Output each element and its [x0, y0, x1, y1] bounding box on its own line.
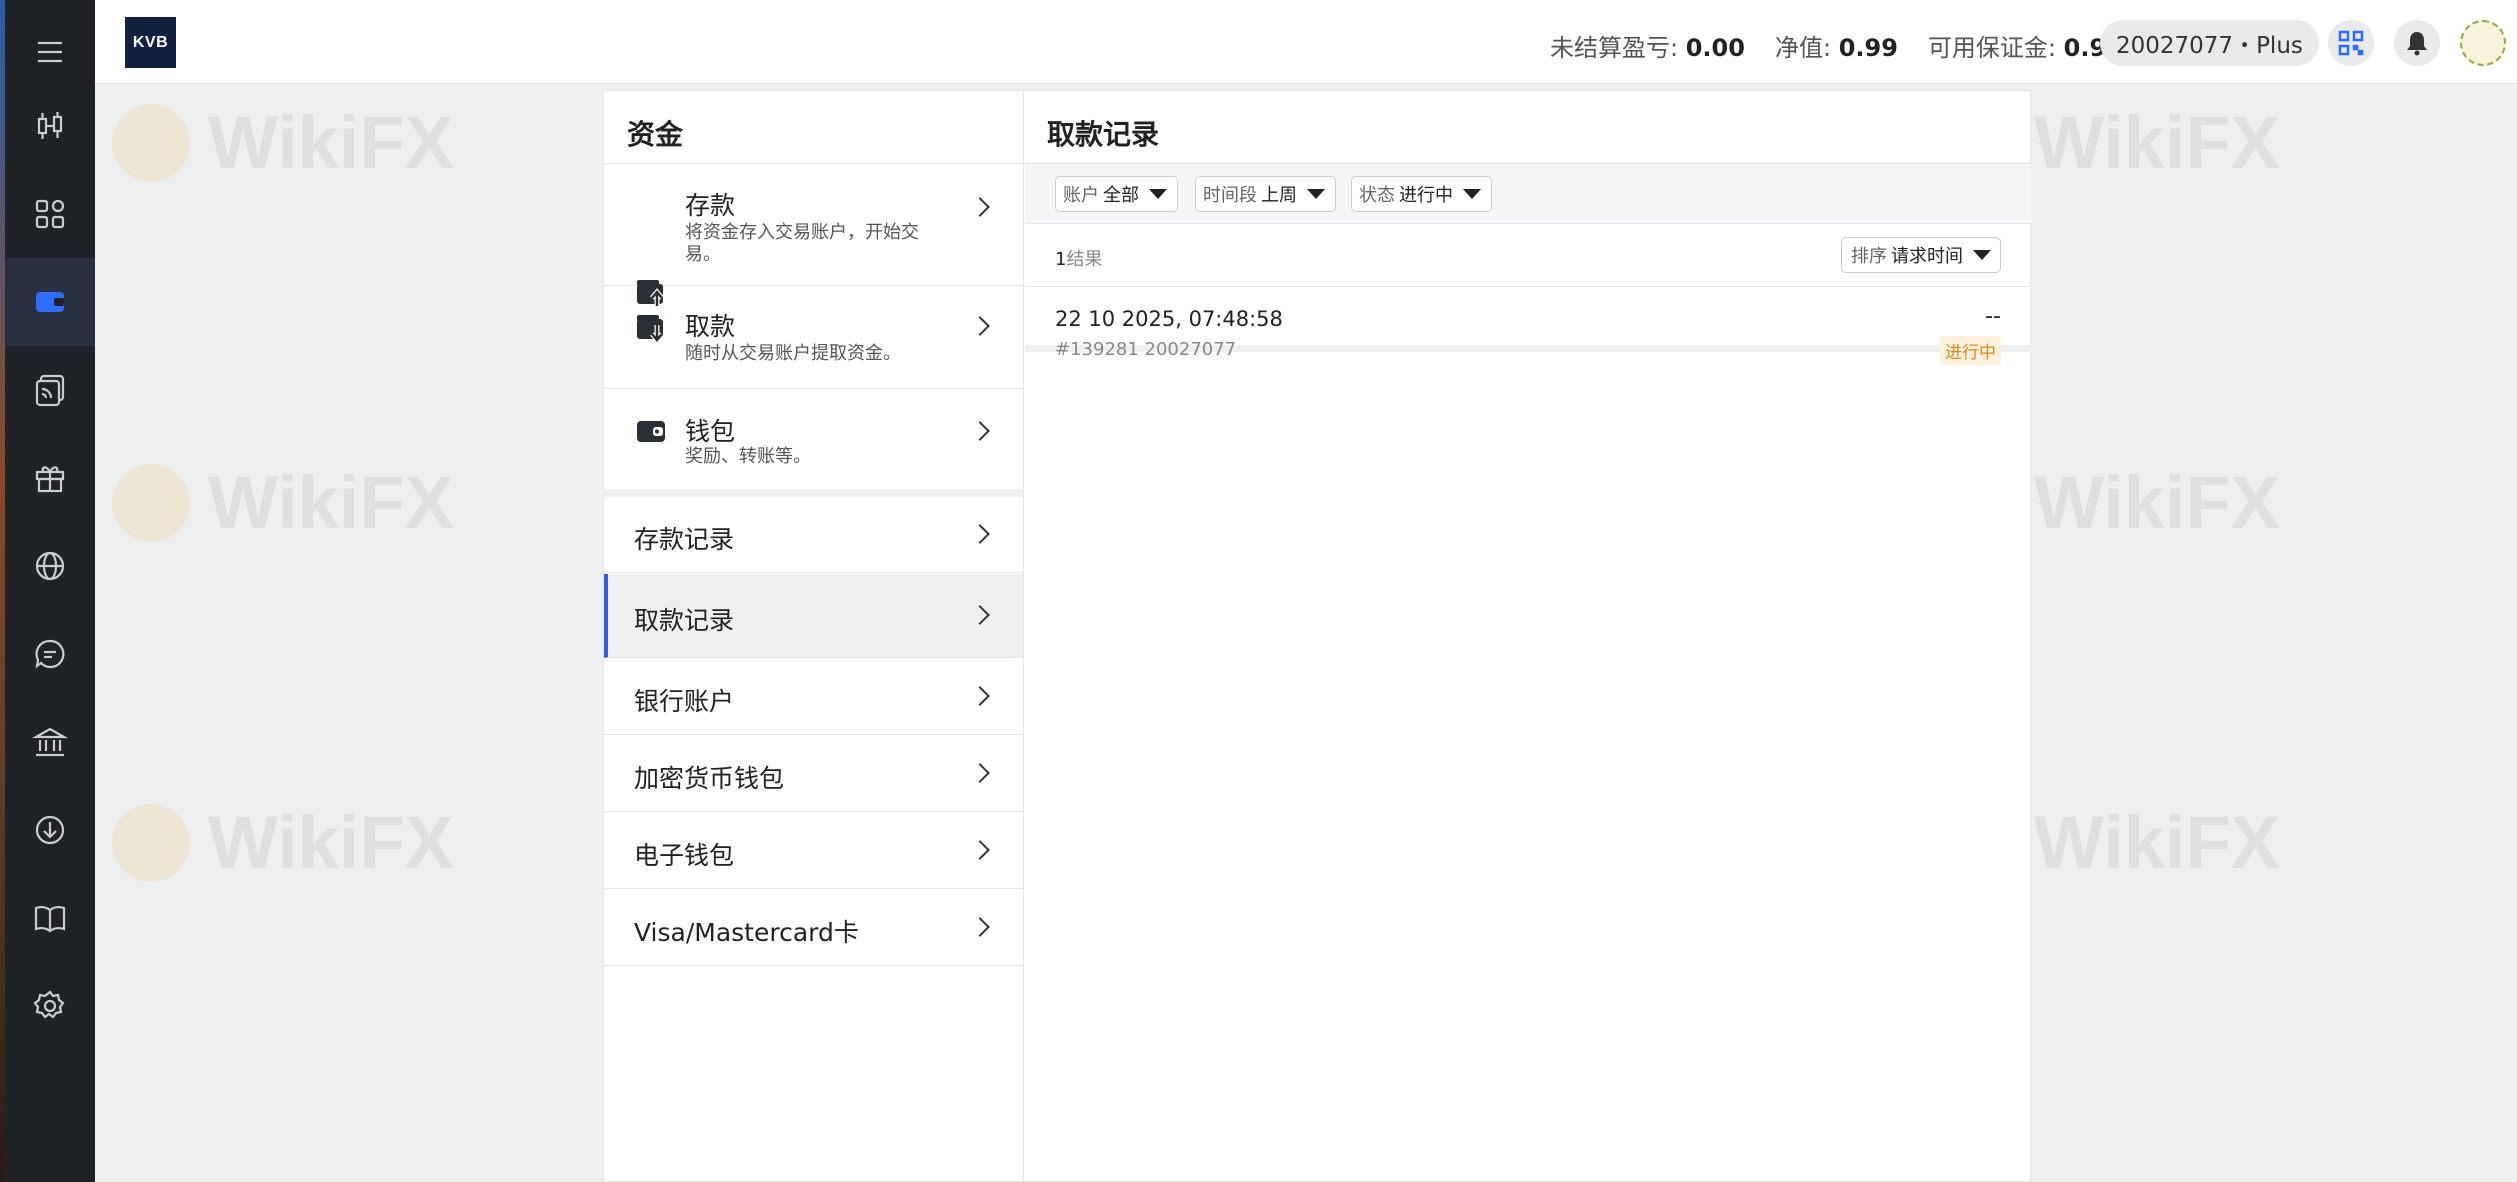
- kvb-logo[interactable]: KVB: [125, 17, 176, 68]
- filter-value: 全部: [1103, 185, 1139, 206]
- unrealized-pnl-label: 未结算盈亏:: [1550, 34, 1679, 62]
- withdraw-title: 取款: [685, 312, 736, 341]
- unrealized-pnl-value: 0.00: [1685, 34, 1745, 62]
- chevron-right-icon: [970, 605, 990, 625]
- nav-label: 加密货币钱包: [634, 764, 785, 793]
- filter-label: 状态: [1359, 185, 1395, 206]
- record-status-badge: 进行中: [1940, 336, 2001, 365]
- watermark: WikiFX: [112, 100, 454, 185]
- sort-selector[interactable]: 排序 请求时间: [1841, 237, 2001, 273]
- filter-value: 进行中: [1399, 185, 1453, 206]
- gift-icon[interactable]: [5, 434, 95, 522]
- chat-icon[interactable]: [5, 610, 95, 698]
- bell-icon: [2407, 32, 2427, 56]
- nav-e-wallets[interactable]: 电子钱包: [604, 813, 1023, 889]
- wallet-title: 钱包: [685, 417, 736, 446]
- chevron-right-icon: [970, 763, 990, 783]
- chevron-right-icon: [970, 524, 990, 544]
- account-filter[interactable]: 账户 全部: [1055, 176, 1178, 212]
- result-count-label: 结果: [1066, 249, 1103, 270]
- globe-icon[interactable]: [5, 522, 95, 610]
- wallet-action[interactable]: 钱包 奖励、转账等。: [604, 390, 1023, 489]
- nav-label: 取款记录: [634, 606, 735, 635]
- result-count-number: 1: [1055, 249, 1067, 270]
- caret-down-icon: [1973, 250, 1991, 260]
- chevron-right-icon: [970, 316, 990, 336]
- download-icon[interactable]: [5, 786, 95, 874]
- filter-label: 时间段: [1203, 185, 1257, 206]
- account-selector[interactable]: 20027077・Plus: [2100, 20, 2319, 66]
- withdrawal-history-title: 取款记录: [1047, 118, 1160, 151]
- chevron-right-icon: [970, 421, 990, 441]
- bank-icon[interactable]: [5, 698, 95, 786]
- chevron-right-icon: [970, 840, 990, 860]
- withdraw-action[interactable]: 取款 随时从交易账户提取资金。: [604, 287, 1023, 389]
- filter-label: 账户: [1063, 185, 1099, 206]
- wallet-description: 奖励、转账等。: [685, 446, 811, 467]
- nav-label: Visa/Mastercard卡: [634, 918, 859, 947]
- withdraw-icon: [637, 315, 664, 344]
- nav-bank-accounts[interactable]: 银行账户: [604, 659, 1023, 735]
- sort-value: 请求时间: [1891, 246, 1963, 267]
- filter-bar: 账户 全部 时间段 上周 状态 进行中: [1025, 164, 2031, 224]
- sidebar: [5, 0, 95, 1182]
- funds-panel: 资金 存款 将资金存入交易账户，开始交易。 取款 随时从交易账户提取资金。 钱包…: [603, 90, 2032, 1182]
- user-avatar[interactable]: [2460, 20, 2506, 66]
- chevron-right-icon: [970, 686, 990, 706]
- sort-label: 排序: [1851, 246, 1887, 267]
- account-stats: 未结算盈亏: 0.00 净值: 0.99 可用保证金: 0.99: [1550, 28, 2123, 63]
- deposit-description: 将资金存入交易账户，开始交易。: [685, 222, 919, 265]
- record-date: 22 10 2025, 07:48:58: [1055, 307, 1283, 331]
- caret-down-icon: [1149, 189, 1167, 199]
- caret-down-icon: [1463, 189, 1481, 199]
- deposit-action[interactable]: 存款 将资金存入交易账户，开始交易。: [604, 164, 1023, 306]
- nav-label: 电子钱包: [634, 841, 735, 870]
- nav-crypto-wallets[interactable]: 加密货币钱包: [604, 736, 1023, 812]
- watermark: WikiFX: [112, 460, 454, 545]
- nav-withdrawal-history[interactable]: 取款记录: [604, 574, 1023, 658]
- nav-label: 银行账户: [634, 687, 735, 716]
- record-id: #139281 20027077: [1055, 339, 1237, 360]
- result-bar: 1结果 排序 请求时间: [1025, 225, 2031, 287]
- equity-value: 0.99: [1838, 34, 1898, 62]
- deposit-title: 存款: [685, 191, 736, 220]
- watermark: WikiFX: [112, 800, 454, 885]
- record-amount: --: [1985, 304, 2001, 329]
- caret-down-icon: [1307, 189, 1325, 199]
- chevron-right-icon: [970, 197, 990, 217]
- chevron-right-icon: [970, 917, 990, 937]
- settings-gear-icon[interactable]: [5, 962, 95, 1050]
- feed-icon[interactable]: [5, 346, 95, 434]
- equity: 净值: 0.99: [1775, 28, 1898, 63]
- funds-menu: 资金 存款 将资金存入交易账户，开始交易。 取款 随时从交易账户提取资金。 钱包…: [604, 91, 1024, 1182]
- withdrawal-record[interactable]: 22 10 2025, 07:48:58 #139281 20027077 --…: [1025, 288, 2031, 365]
- funds-title: 资金: [627, 118, 684, 151]
- period-filter[interactable]: 时间段 上周: [1195, 176, 1336, 212]
- result-count: 1结果: [1055, 245, 1102, 271]
- status-filter[interactable]: 状态 进行中: [1351, 176, 1492, 212]
- free-margin-label: 可用保证金:: [1927, 34, 2056, 62]
- unrealized-pnl: 未结算盈亏: 0.00: [1550, 28, 1745, 63]
- section-separator: [604, 489, 1023, 497]
- wallet-icon[interactable]: [5, 258, 95, 346]
- apps-icon[interactable]: [5, 170, 95, 258]
- notifications-button[interactable]: [2394, 20, 2440, 66]
- qr-code-button[interactable]: [2328, 20, 2374, 66]
- free-margin: 可用保证金: 0.99: [1928, 28, 2123, 63]
- withdraw-description: 随时从交易账户提取资金。: [685, 343, 901, 364]
- nav-deposit-history[interactable]: 存款记录: [604, 497, 1023, 573]
- candlestick-icon[interactable]: [5, 82, 95, 170]
- nav-label: 存款记录: [634, 525, 735, 554]
- equity-label: 净值:: [1774, 34, 1832, 62]
- nav-cards[interactable]: Visa/Mastercard卡: [604, 890, 1023, 966]
- filter-value: 上周: [1261, 185, 1297, 206]
- wallet-icon: [637, 421, 665, 442]
- book-icon[interactable]: [5, 874, 95, 962]
- top-bar: KVB 未结算盈亏: 0.00 净值: 0.99 可用保证金: 0.99 200…: [95, 0, 2517, 84]
- qr-code-icon: [2338, 30, 2364, 56]
